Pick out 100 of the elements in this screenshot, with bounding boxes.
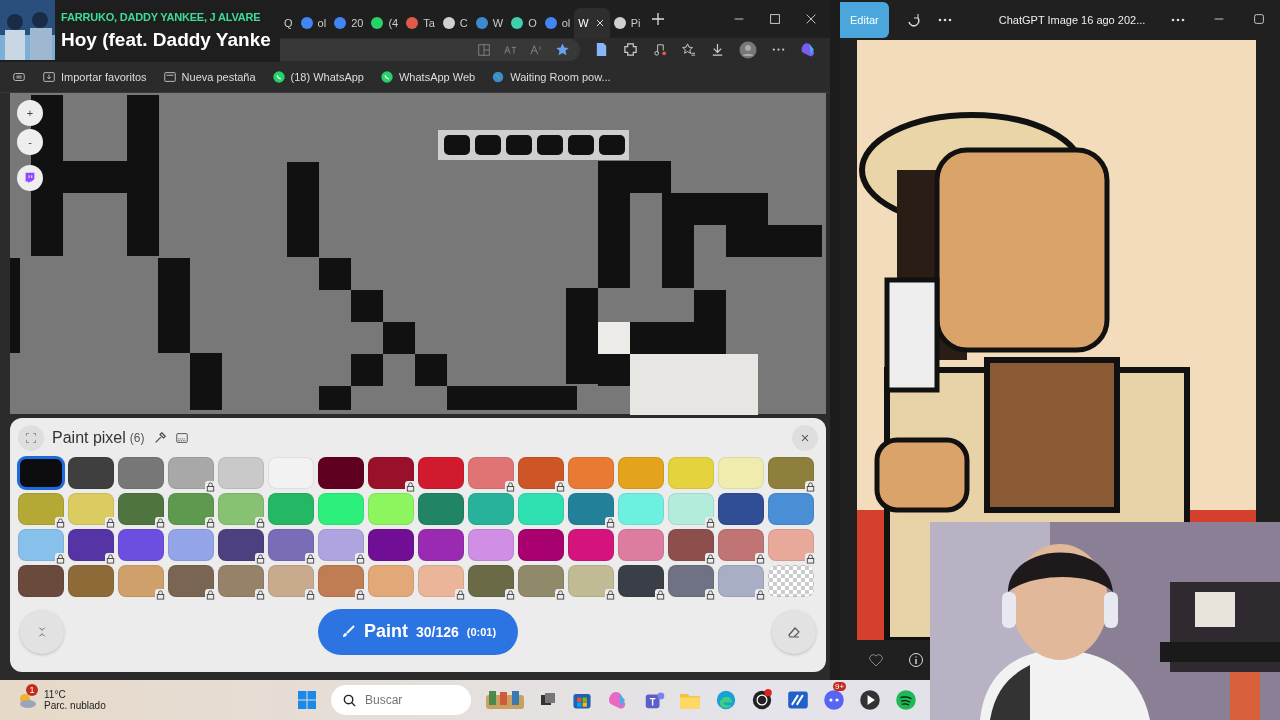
copilot-icon[interactable] [800, 41, 817, 59]
pixel-canvas-drawing[interactable] [10, 92, 822, 415]
color-swatch[interactable] [568, 564, 614, 597]
heart-icon[interactable] [868, 652, 884, 668]
color-swatch[interactable] [68, 528, 114, 561]
color-swatch[interactable] [368, 564, 414, 597]
color-swatch[interactable] [218, 492, 264, 525]
read-aloud-icon[interactable] [529, 42, 543, 57]
color-swatch[interactable] [668, 528, 714, 561]
bookmark-link[interactable]: Waiting Room pow... [491, 69, 611, 84]
zoom-in-button[interactable]: + [17, 99, 43, 126]
widgets-icon[interactable] [485, 689, 525, 711]
color-swatch[interactable] [768, 456, 814, 489]
bookmark-link[interactable]: Importar favoritos [42, 69, 147, 84]
color-swatch[interactable] [668, 564, 714, 597]
color-swatch[interactable] [268, 492, 314, 525]
color-swatch[interactable] [318, 492, 364, 525]
zoom-out-button[interactable]: - [17, 128, 43, 155]
color-swatch[interactable] [218, 528, 264, 561]
color-swatch[interactable] [68, 564, 114, 597]
globe-icon[interactable] [491, 69, 506, 84]
color-swatch[interactable] [368, 492, 414, 525]
favorites-icon[interactable] [681, 42, 696, 58]
browser-tab[interactable]: (4 [367, 8, 403, 38]
maximize-icon[interactable] [768, 12, 782, 26]
color-swatch[interactable] [668, 492, 714, 525]
color-swatch[interactable] [468, 528, 514, 561]
maximize-icon[interactable] [1252, 12, 1266, 26]
whatsapp-icon[interactable] [379, 69, 394, 84]
color-swatch[interactable] [468, 492, 514, 525]
spotify-icon[interactable] [895, 689, 917, 711]
color-swatch[interactable] [568, 456, 614, 489]
browser-tab[interactable]: 20 [330, 8, 368, 38]
color-swatch[interactable] [118, 492, 164, 525]
color-swatch[interactable] [18, 528, 64, 561]
color-swatch[interactable] [718, 492, 764, 525]
browser-tab[interactable]: O [507, 8, 541, 38]
teams-icon[interactable] [643, 689, 665, 711]
color-swatch[interactable] [168, 564, 214, 597]
color-swatch[interactable] [168, 456, 214, 489]
color-swatch[interactable] [18, 456, 64, 489]
color-swatch[interactable] [218, 456, 264, 489]
color-swatch[interactable] [768, 528, 814, 561]
color-swatch[interactable] [518, 564, 564, 597]
color-swatch[interactable] [518, 492, 564, 525]
color-swatch[interactable] [118, 528, 164, 561]
twitch-button[interactable] [17, 164, 43, 191]
music-icon[interactable] [652, 42, 667, 58]
color-swatch[interactable] [218, 564, 264, 597]
document-icon[interactable] [594, 42, 609, 58]
browser-tab[interactable]: Pi [609, 8, 645, 38]
color-swatch[interactable] [618, 528, 664, 561]
whatsapp-icon[interactable] [271, 69, 286, 84]
close-icon[interactable] [804, 12, 818, 26]
color-swatch[interactable] [418, 564, 464, 597]
color-swatch[interactable] [618, 492, 664, 525]
address-bar[interactable] [280, 38, 580, 61]
color-swatch[interactable] [68, 456, 114, 489]
browser-tab[interactable]: C [438, 8, 472, 38]
color-swatch[interactable] [18, 564, 64, 597]
color-swatch[interactable] [268, 564, 314, 597]
image-icon[interactable] [174, 430, 189, 445]
star-icon[interactable] [555, 42, 570, 58]
bookmark-link[interactable]: Nueva pestaña [162, 69, 256, 84]
app-icon[interactable] [787, 689, 809, 711]
color-swatch[interactable] [718, 456, 764, 489]
color-swatch[interactable] [768, 492, 814, 525]
new-tab-icon[interactable] [650, 11, 667, 27]
bookmark-link[interactable]: WhatsApp Web [379, 69, 476, 84]
download-icon[interactable] [710, 42, 725, 58]
color-swatch[interactable] [568, 528, 614, 561]
color-swatch[interactable] [68, 492, 114, 525]
color-swatch[interactable] [168, 528, 214, 561]
color-swatch[interactable] [318, 528, 364, 561]
color-swatch[interactable] [368, 456, 414, 489]
color-swatch[interactable] [418, 528, 464, 561]
color-swatch[interactable] [18, 492, 64, 525]
color-swatch[interactable] [518, 456, 564, 489]
play-icon[interactable] [859, 689, 881, 711]
browser-tab[interactable]: ol [540, 8, 575, 38]
color-swatch[interactable] [468, 564, 514, 597]
color-swatch[interactable] [668, 456, 714, 489]
color-swatch[interactable] [118, 456, 164, 489]
info-icon[interactable] [908, 652, 924, 668]
color-swatch[interactable] [168, 492, 214, 525]
import-icon[interactable] [42, 69, 56, 84]
browser-tab[interactable]: Ta [402, 8, 439, 38]
profile-icon[interactable] [739, 40, 757, 59]
color-swatch[interactable] [618, 456, 664, 489]
color-swatch[interactable] [318, 456, 364, 489]
color-swatch[interactable] [418, 456, 464, 489]
color-swatch[interactable] [718, 528, 764, 561]
color-swatch[interactable] [468, 456, 514, 489]
color-swatch[interactable] [618, 564, 664, 597]
color-swatch[interactable] [318, 564, 364, 597]
color-swatch[interactable] [768, 564, 814, 597]
split-screen-icon[interactable] [477, 42, 491, 57]
browser-tab[interactable]: ol [296, 8, 331, 38]
search-field[interactable]: Buscar [331, 685, 471, 715]
windows-icon[interactable] [297, 690, 317, 710]
